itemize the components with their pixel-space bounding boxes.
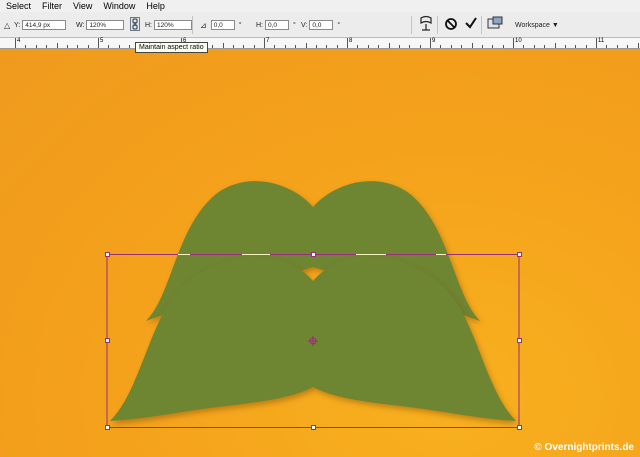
handle-top-center[interactable] (311, 252, 316, 257)
vskew-label: V: (301, 21, 308, 29)
ruler-tick-label: 5 (100, 38, 104, 44)
vskew-field[interactable]: 0,0 (309, 20, 334, 30)
separator (437, 16, 438, 34)
document-canvas[interactable]: © Overnightprints.de (0, 49, 640, 457)
vskew-unit: ° (337, 21, 341, 29)
h-label: H: (145, 21, 152, 29)
reference-point: △ (4, 19, 10, 31)
ruler-tick-label: 4 (17, 38, 21, 44)
horizontal-ruler[interactable]: 4 5 6 7 8 9 10 11 (0, 38, 640, 49)
y-field[interactable]: 414,9 px (22, 20, 67, 30)
separator (481, 16, 482, 34)
cancel-transform-button[interactable] (444, 18, 458, 30)
menu-filter[interactable]: Filter (36, 0, 67, 12)
handle-top-right[interactable] (517, 252, 522, 257)
artwork (106, 181, 520, 428)
handle-top-left[interactable] (105, 252, 110, 257)
hskew-unit: ° (293, 21, 296, 29)
hskew-field[interactable]: 0,0 (265, 20, 289, 30)
ruler-tick-label: 8 (349, 38, 353, 44)
handle-bottom-center[interactable] (311, 425, 316, 430)
warp-button[interactable] (419, 15, 433, 31)
tooltip: Maintain aspect ratio (135, 42, 208, 53)
hskew-label: H: (256, 21, 263, 29)
angle-icon: ⊿ (200, 20, 207, 30)
workspace-button[interactable]: Workspace ▼ (515, 22, 559, 29)
menu-window[interactable]: Window (97, 0, 140, 12)
handle-middle-right[interactable] (517, 338, 522, 343)
handle-bottom-right[interactable] (517, 425, 522, 430)
ruler-tick-label: 7 (266, 38, 270, 44)
separator (411, 16, 412, 34)
options-bar: △ Y: 414,9 px W: 120% H: 120% ⊿ 0,0 ° H:… (0, 12, 640, 38)
menu-select[interactable]: Select (0, 0, 36, 12)
height-field[interactable]: 120% (154, 20, 192, 30)
menu-help[interactable]: Help (140, 0, 170, 12)
cancel-icon (445, 18, 457, 30)
triangle-icon: △ (4, 20, 11, 30)
menu-view[interactable]: View (67, 0, 97, 12)
ruler-tick-label: 10 (515, 38, 522, 44)
handle-middle-left[interactable] (105, 338, 110, 343)
menu-bar: Select Filter View Window Help (0, 0, 640, 12)
maintain-aspect-ratio-button[interactable] (130, 17, 140, 31)
commit-transform-button[interactable] (464, 17, 478, 29)
y-label: Y: (14, 21, 21, 29)
width-field[interactable]: 120% (86, 20, 125, 30)
handle-bottom-left[interactable] (105, 425, 110, 430)
copyright-watermark: © Overnightprints.de (534, 442, 634, 453)
w-label: W: (76, 21, 85, 29)
commit-icon (465, 17, 477, 29)
separator (192, 16, 193, 34)
ruler-tick-label: 9 (432, 38, 436, 44)
ruler-tick-label: 11 (598, 38, 605, 44)
rotate-unit: ° (238, 21, 242, 29)
link-icon (130, 17, 140, 31)
bridge-icon (487, 16, 503, 29)
warp-icon (420, 15, 432, 31)
rotate-field[interactable]: 0,0 (210, 20, 235, 30)
bridge-button[interactable] (487, 16, 503, 29)
ruler-scale (15, 38, 639, 48)
